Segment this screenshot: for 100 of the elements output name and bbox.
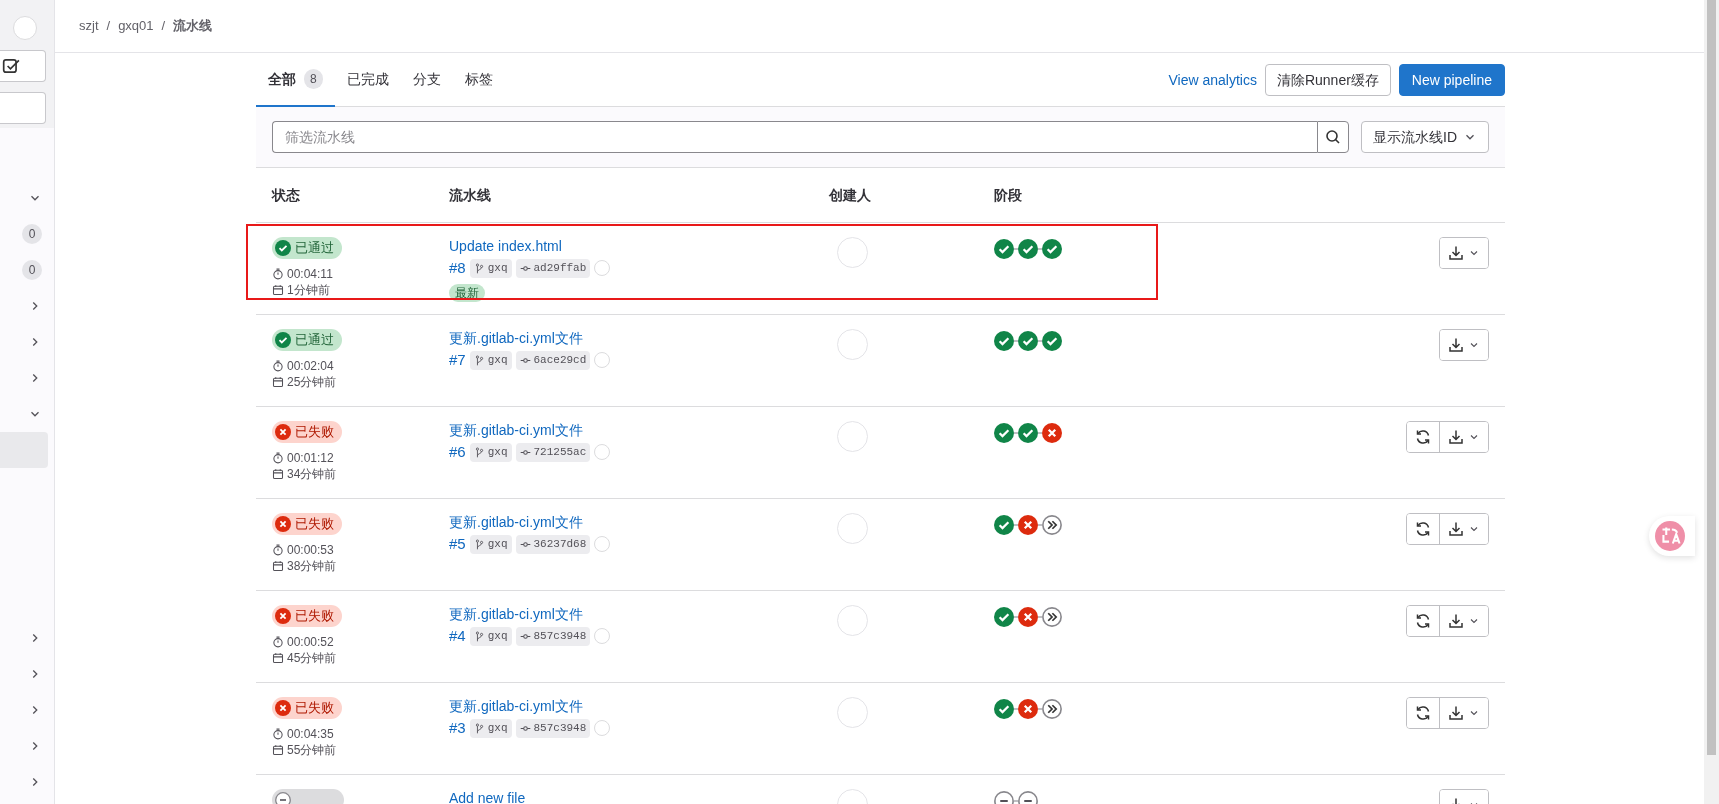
commit-tag[interactable]: 36237d68 [515, 535, 591, 554]
pipeline-id-link[interactable]: #7 [449, 349, 466, 372]
branch-tag[interactable]: gxq [469, 351, 512, 370]
pipeline-title-link[interactable]: 更新.gitlab-ci.yml文件 [449, 605, 829, 623]
skipped-icon[interactable] [1042, 607, 1062, 627]
download-dropdown[interactable] [1439, 422, 1488, 452]
success-icon[interactable] [994, 515, 1014, 535]
scrollbar-thumb[interactable] [1707, 0, 1716, 755]
success-icon[interactable] [994, 239, 1014, 259]
status-badge[interactable]: 已失败 [272, 513, 342, 535]
branch-icon [473, 722, 485, 734]
search-icon [1325, 129, 1341, 145]
status-badge[interactable]: 已失败 [272, 605, 342, 627]
download-icon [1448, 429, 1464, 445]
success-icon[interactable] [1018, 239, 1038, 259]
view-analytics-link[interactable]: View analytics [1168, 69, 1257, 91]
clear-cache-button[interactable]: 清除Runner缓存 [1264, 64, 1391, 96]
download-dropdown[interactable] [1439, 606, 1488, 636]
success-icon[interactable] [1042, 331, 1062, 351]
calendar-icon [272, 560, 284, 572]
download-icon [1448, 705, 1464, 721]
commit-tag[interactable]: 6ace29cd [515, 351, 591, 370]
breadcrumb-link[interactable]: 流水线 [173, 16, 213, 36]
column-header: 流水线 [449, 185, 492, 205]
filter-field[interactable]: 筛选流水线 [272, 121, 1317, 153]
pipeline-id-link[interactable]: #3 [449, 717, 466, 740]
pipeline-id-link[interactable]: #8 [449, 257, 466, 280]
new-pipeline-button[interactable]: New pipeline [1398, 64, 1505, 96]
status-badge[interactable]: 已通过 [272, 237, 342, 259]
commit-tag[interactable]: 857c3948 [515, 627, 591, 646]
success-icon[interactable] [1018, 331, 1038, 351]
failed-icon[interactable] [1018, 699, 1038, 719]
pipeline-title-link[interactable]: 更新.gitlab-ci.yml文件 [449, 513, 829, 531]
breadcrumb-link[interactable]: szjt [79, 16, 99, 36]
failed-icon[interactable] [1018, 607, 1038, 627]
duration-text: 00:00:53 [287, 542, 334, 558]
success-icon [275, 240, 291, 256]
skipped-icon[interactable] [1042, 699, 1062, 719]
success-icon[interactable] [994, 331, 1014, 351]
branch-tag[interactable]: gxq [469, 719, 512, 738]
failed-icon [275, 700, 291, 716]
download-dropdown[interactable] [1440, 330, 1488, 360]
duration-text: 00:04:35 [287, 726, 334, 742]
pipeline-title-link[interactable]: 更新.gitlab-ci.yml文件 [449, 329, 829, 347]
created-time: 1分钟前 [287, 282, 330, 298]
column-header: 状态 [272, 185, 301, 205]
timer-icon [272, 544, 284, 556]
download-icon [1448, 613, 1464, 629]
download-icon [1448, 337, 1464, 353]
duration-text: 00:04:11 [287, 266, 333, 282]
branch-tag[interactable]: gxq [469, 627, 512, 646]
pipeline-title-link[interactable]: 更新.gitlab-ci.yml文件 [449, 697, 829, 715]
tab[interactable]: 标签 [452, 53, 505, 107]
failed-icon[interactable] [1042, 423, 1062, 443]
download-dropdown[interactable] [1439, 514, 1488, 544]
todo-button[interactable] [0, 50, 46, 82]
translate-icon [1655, 521, 1685, 551]
download-dropdown[interactable] [1439, 698, 1488, 728]
failed-icon [275, 608, 291, 624]
success-icon[interactable] [1042, 239, 1062, 259]
duration-text: 00:00:52 [287, 634, 334, 650]
success-icon[interactable] [994, 699, 1014, 719]
tab[interactable]: 分支 [400, 53, 453, 107]
pipeline-title-link[interactable]: Update index.html [449, 237, 829, 255]
timer-icon [272, 268, 284, 280]
branch-icon [473, 538, 485, 550]
pipeline-id-link[interactable]: #6 [449, 441, 466, 464]
pipeline-id-link[interactable]: #4 [449, 625, 466, 648]
pipeline-title-link[interactable]: Add new file [449, 789, 829, 804]
tab[interactable]: 已完成 [334, 53, 401, 107]
sidebar-item[interactable]: 0 [0, 252, 54, 288]
status-badge[interactable]: 已失败 [272, 421, 342, 443]
calendar-icon [272, 284, 284, 296]
pipeline-id-link[interactable]: #5 [449, 533, 466, 556]
sidebar-item[interactable]: 0 [0, 216, 54, 252]
success-icon[interactable] [994, 423, 1014, 443]
failed-icon[interactable] [1018, 515, 1038, 535]
canceled-icon [275, 792, 291, 804]
commit-tag[interactable]: 721255ac [515, 443, 591, 462]
branch-tag[interactable]: gxq [469, 535, 512, 554]
status-badge[interactable]: 已失败 [272, 697, 342, 719]
branch-tag[interactable]: gxq [469, 443, 512, 462]
success-icon[interactable] [994, 607, 1014, 627]
download-dropdown[interactable] [1440, 238, 1488, 268]
branch-icon [473, 262, 485, 274]
calendar-icon [272, 376, 284, 388]
success-icon[interactable] [1018, 423, 1038, 443]
count-badge: 0 [22, 224, 42, 244]
commit-tag[interactable]: 857c3948 [515, 719, 591, 738]
status-badge[interactable]: 已通过 [272, 329, 342, 351]
breadcrumb-link[interactable]: gxq01 [118, 16, 154, 36]
duration-text: 00:01:12 [287, 450, 334, 466]
skipped-icon[interactable] [1042, 515, 1062, 535]
commit-tag[interactable]: ad29ffab [515, 259, 591, 278]
branch-tag[interactable]: gxq [469, 259, 512, 278]
pipeline-title-link[interactable]: 更新.gitlab-ci.yml文件 [449, 421, 829, 439]
created-time: 55分钟前 [287, 742, 337, 758]
branch-icon [473, 630, 485, 642]
display-select[interactable]: 显示流水线ID [1361, 121, 1489, 153]
search-button[interactable] [1317, 121, 1349, 153]
